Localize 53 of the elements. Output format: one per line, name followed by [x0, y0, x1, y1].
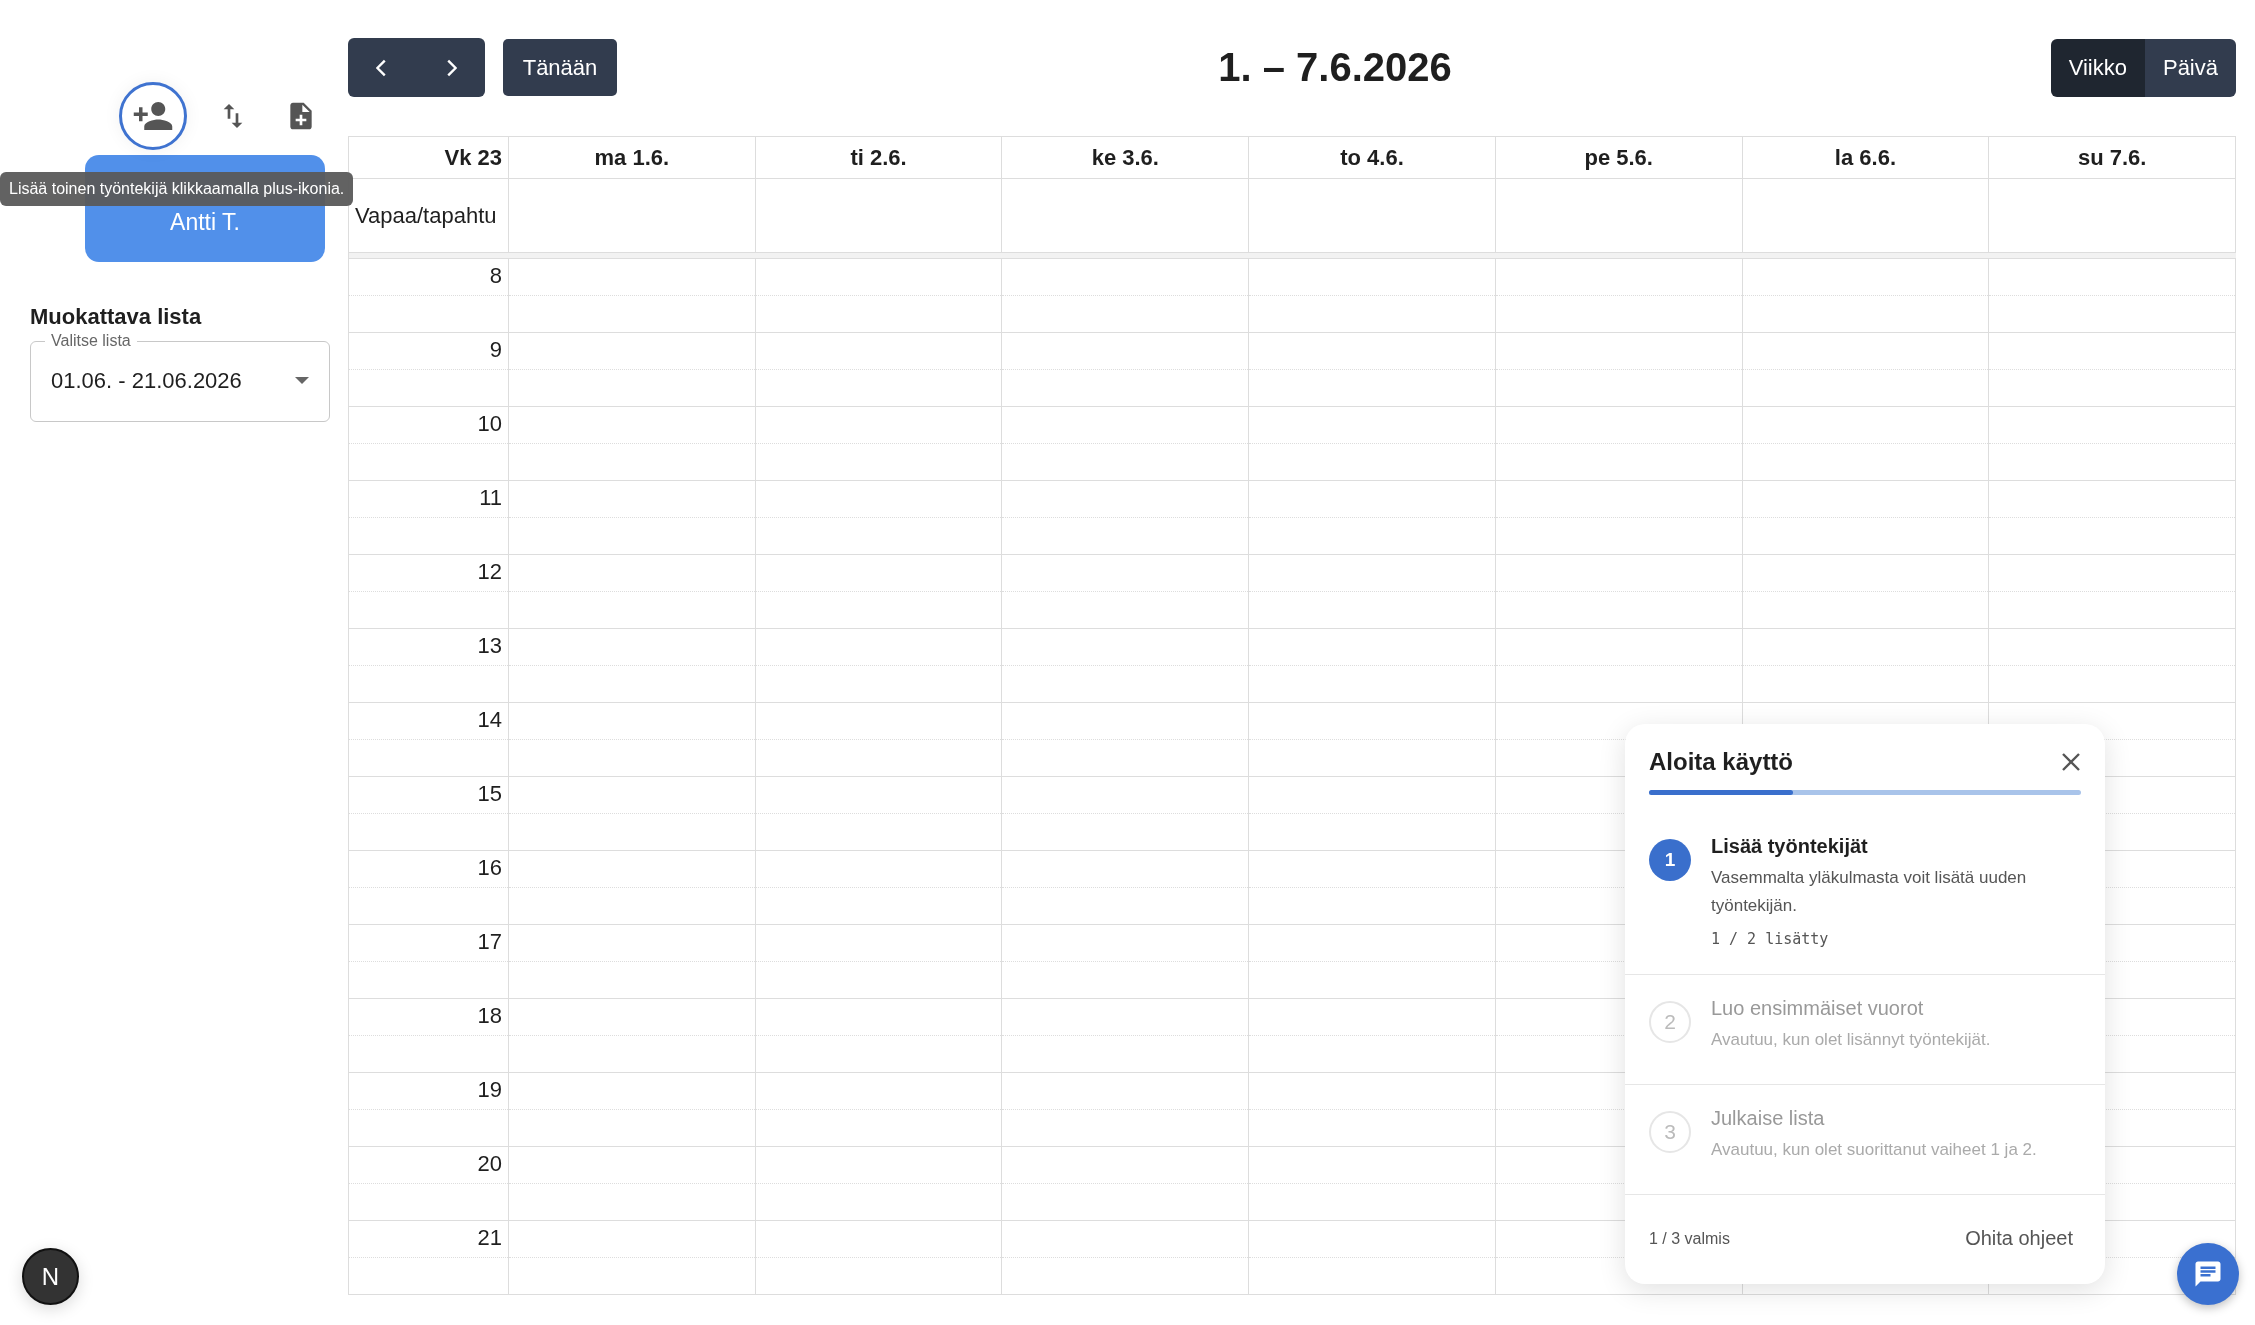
- step-title: Julkaise lista: [1711, 1107, 1826, 1130]
- close-icon: [2061, 752, 2081, 772]
- panel-title: Aloita käyttö: [1649, 748, 1794, 776]
- day-header: su 7.6.: [2077, 144, 2147, 171]
- select-value: 01.06. - 21.06.2026: [51, 367, 242, 394]
- hour-label: 12: [477, 559, 502, 585]
- step-title: Lisää työntekijät: [1711, 835, 1869, 858]
- field-label: Valitse lista: [50, 332, 132, 350]
- day-header: ma 1.6.: [594, 144, 670, 171]
- hour-label: 18: [477, 1003, 502, 1029]
- chat-button[interactable]: [2177, 1243, 2239, 1305]
- hour-label: 9: [489, 337, 502, 363]
- list-select[interactable]: Valitse lista 01.06. - 21.06.2026: [30, 332, 330, 422]
- today-button[interactable]: Tänään: [503, 39, 617, 96]
- hour-label: 17: [477, 929, 502, 955]
- step-description: Avautuu, kun olet suorittanut vaiheet 1 ja 2.: [1711, 1139, 2037, 1161]
- section-title: Muokattava lista: [30, 304, 203, 330]
- completion-status: 1 / 3 valmis: [1649, 1229, 1730, 1248]
- hour-label: 16: [477, 855, 502, 881]
- hour-label: 19: [477, 1077, 502, 1103]
- day-header: to 4.6.: [1340, 144, 1404, 171]
- dev-tools-button[interactable]: N: [22, 1248, 79, 1305]
- chevron-left-icon: [376, 57, 389, 78]
- all-day-label: Vapaa/tapahtu: [354, 202, 497, 229]
- step-title: Luo ensimmäiset vuorot: [1711, 997, 1925, 1020]
- hour-label: 11: [479, 485, 502, 511]
- step-number: 1: [1649, 839, 1691, 881]
- hour-label: 15: [477, 781, 502, 807]
- chat-message-icon: [2193, 1259, 2223, 1289]
- view-tab[interactable]: Päivä: [2144, 38, 2236, 97]
- view-tab[interactable]: Viikko: [2050, 38, 2145, 97]
- dropdown-caret-icon: [295, 376, 309, 385]
- week-number: Vk 23: [444, 144, 502, 171]
- skip-button[interactable]: Ohita ohjeet: [1965, 1227, 2073, 1250]
- date-range-title: 1. – 7.6.2026: [1218, 45, 1452, 90]
- hour-label: 14: [477, 707, 502, 733]
- step-description: Vasemmalta yläkulmasta voit lisätä uuden työntekijän.: [1711, 867, 2028, 917]
- day-header: ke 3.6.: [1091, 144, 1159, 171]
- added-count: 1 / 2 lisätty: [1711, 930, 1830, 948]
- close-button[interactable]: [2061, 752, 2081, 772]
- step-number: 2: [1649, 1001, 1691, 1043]
- tooltip: Lisää toinen työntekijä klikkaamalla plus-ikonia.: [0, 172, 354, 206]
- day-header: pe 5.6.: [1584, 144, 1653, 171]
- chevron-right-icon: [444, 57, 457, 78]
- hour-label: 21: [477, 1225, 502, 1251]
- hour-label: 13: [477, 633, 502, 659]
- day-header: la 6.6.: [1834, 144, 1896, 171]
- step-number: 3: [1649, 1111, 1691, 1153]
- step-description: Avautuu, kun olet lisännyt työntekijät.: [1711, 1029, 1991, 1051]
- day-header: ti 2.6.: [850, 144, 907, 171]
- hour-label: 10: [477, 411, 502, 437]
- hour-label: 8: [489, 263, 502, 289]
- hour-label: 20: [477, 1151, 502, 1177]
